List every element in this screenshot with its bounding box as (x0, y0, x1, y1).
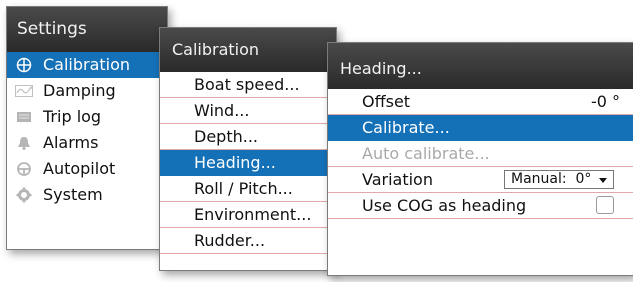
offset-value: -0 ° (590, 92, 620, 111)
variation-label: Variation (362, 170, 433, 189)
calibration-item-rudder[interactable]: Rudder... (160, 228, 336, 254)
auto-calibrate-row: Auto calibrate... (328, 141, 633, 167)
variation-select[interactable]: Manual: 0° (504, 170, 614, 189)
variation-row: Variation Manual: 0° (328, 167, 633, 193)
use-cog-label: Use COG as heading (362, 196, 527, 215)
autopilot-helm-icon (15, 162, 33, 176)
settings-item-label: Trip log (43, 107, 102, 126)
calibration-title: Calibration (160, 28, 336, 72)
calibration-item-boat-speed[interactable]: Boat speed... (160, 72, 336, 98)
calibration-item-environment[interactable]: Environment... (160, 202, 336, 228)
calibrate-label: Calibrate... (362, 118, 450, 137)
settings-item-label: Calibration (43, 55, 131, 74)
settings-item-trip-log[interactable]: Trip log (7, 104, 167, 130)
variation-selected-value: Manual: 0° (511, 171, 592, 187)
offset-label: Offset (362, 92, 411, 111)
calibration-item-depth[interactable]: Depth... (160, 124, 336, 150)
settings-item-label: System (43, 185, 103, 204)
heading-title: Heading... (328, 43, 633, 89)
calibration-item-roll-pitch[interactable]: Roll / Pitch... (160, 176, 336, 202)
calibration-item-wind[interactable]: Wind... (160, 98, 336, 124)
settings-item-label: Autopilot (43, 159, 116, 178)
calibrate-row[interactable]: Calibrate... (328, 115, 633, 141)
chevron-down-icon (599, 178, 607, 183)
settings-item-damping[interactable]: Damping (7, 78, 167, 104)
settings-title: Settings (7, 7, 167, 52)
offset-row[interactable]: Offset -0 ° (328, 89, 633, 115)
system-gear-icon (15, 187, 33, 203)
calibration-item-heading[interactable]: Heading... (160, 150, 336, 176)
calibration-crosshair-icon (15, 57, 33, 73)
use-cog-checkbox[interactable] (596, 196, 614, 214)
settings-item-label: Damping (43, 81, 116, 100)
settings-item-system[interactable]: System (7, 182, 167, 208)
settings-panel: Settings Calibration Damping Trip log Al… (6, 6, 168, 250)
auto-calibrate-label: Auto calibrate... (362, 144, 490, 163)
trip-log-icon (15, 110, 33, 124)
use-cog-row: Use COG as heading (328, 193, 633, 219)
heading-panel: Heading... Offset -0 ° Calibrate... Auto… (327, 42, 633, 276)
settings-item-alarms[interactable]: Alarms (7, 130, 167, 156)
alarm-bell-icon (15, 136, 33, 150)
settings-item-calibration[interactable]: Calibration (7, 52, 167, 78)
damping-wave-icon (15, 84, 33, 98)
calibration-panel: Calibration Boat speed... Wind... Depth.… (159, 27, 337, 271)
settings-item-autopilot[interactable]: Autopilot (7, 156, 167, 182)
settings-item-label: Alarms (43, 133, 99, 152)
